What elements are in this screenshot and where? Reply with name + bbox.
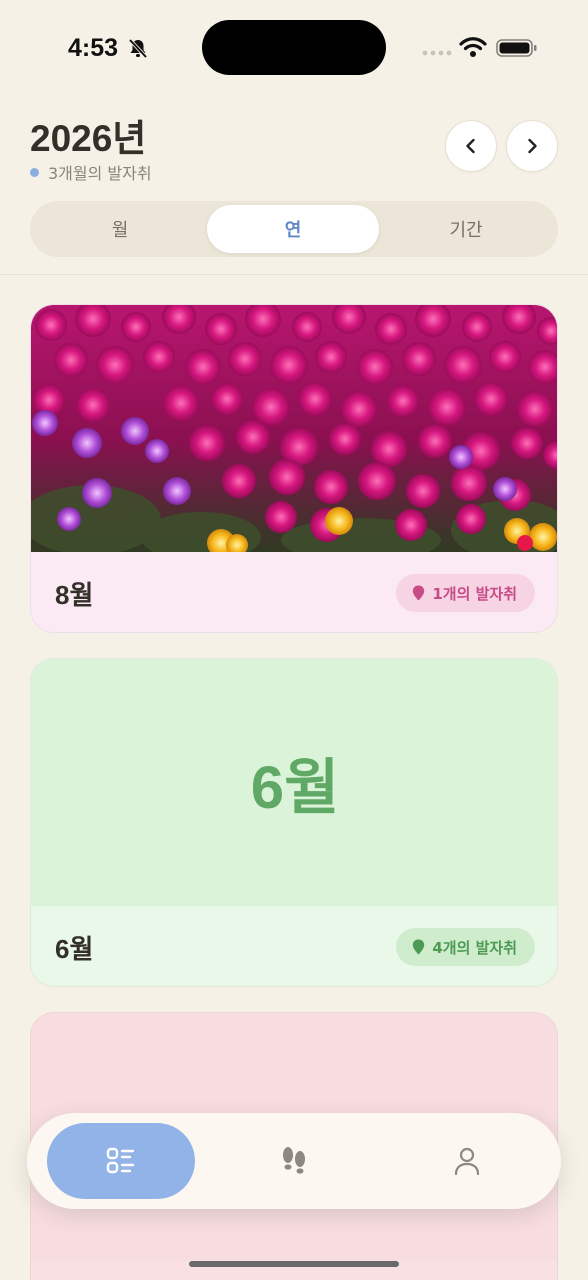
header-divider <box>0 274 588 275</box>
tab-profile[interactable] <box>393 1123 541 1199</box>
subtitle-text: 3개월의 발자취 <box>48 164 152 183</box>
month-card-august[interactable]: 8월 1개의 발자취 <box>30 304 558 633</box>
card-footer: 8월 1개의 발자취 <box>31 552 557 632</box>
cellular-signal-icon <box>422 50 452 56</box>
view-mode-segmented-control: 월 연 기간 <box>30 201 558 257</box>
wifi-icon <box>459 37 487 57</box>
map-pin-icon <box>413 585 425 601</box>
cover-month-label: 6월 <box>250 754 340 821</box>
flower-photo <box>31 305 557 552</box>
chevron-right-icon <box>528 138 537 154</box>
tab-footprints[interactable] <box>220 1123 368 1199</box>
list-icon <box>106 1147 135 1174</box>
home-indicator <box>189 1261 399 1267</box>
card-cover: 6월 <box>31 659 557 906</box>
map-pin-icon <box>413 939 425 955</box>
footprint-count-text: 4개의 발자취 <box>432 938 517 957</box>
person-icon <box>454 1147 480 1176</box>
card-month-label: 6월 <box>55 933 94 964</box>
footprint-count-badge: 4개의 발자취 <box>396 928 535 966</box>
previous-year-button[interactable] <box>445 120 497 172</box>
month-card-june[interactable]: 6월 6월 4개의 발자취 <box>30 658 558 987</box>
footprints-icon <box>283 1147 305 1174</box>
status-bar: 4:53 <box>0 0 588 95</box>
tab-month[interactable]: 월 <box>34 205 206 253</box>
card-month-label: 8월 <box>55 579 94 610</box>
battery-icon <box>496 39 537 57</box>
card-footer: 6월 4개의 발자취 <box>31 906 557 986</box>
tab-year[interactable]: 연 <box>207 205 379 253</box>
footprint-count-text: 1개의 발자취 <box>432 584 517 603</box>
status-time: 4:53 <box>68 34 119 62</box>
tab-period[interactable]: 기간 <box>380 205 552 253</box>
footprint-count-badge: 1개의 발자취 <box>396 574 535 612</box>
bottom-tab-bar <box>27 1113 561 1209</box>
page-title: 2026년 <box>30 118 147 159</box>
dynamic-island <box>202 20 386 75</box>
tab-list[interactable] <box>47 1123 195 1199</box>
subtitle-dot-icon <box>30 167 39 177</box>
chevron-left-icon <box>466 138 475 154</box>
bell-slash-icon <box>128 38 148 59</box>
subtitle: 3개월의 발자취 <box>30 160 152 184</box>
next-year-button[interactable] <box>506 120 558 172</box>
